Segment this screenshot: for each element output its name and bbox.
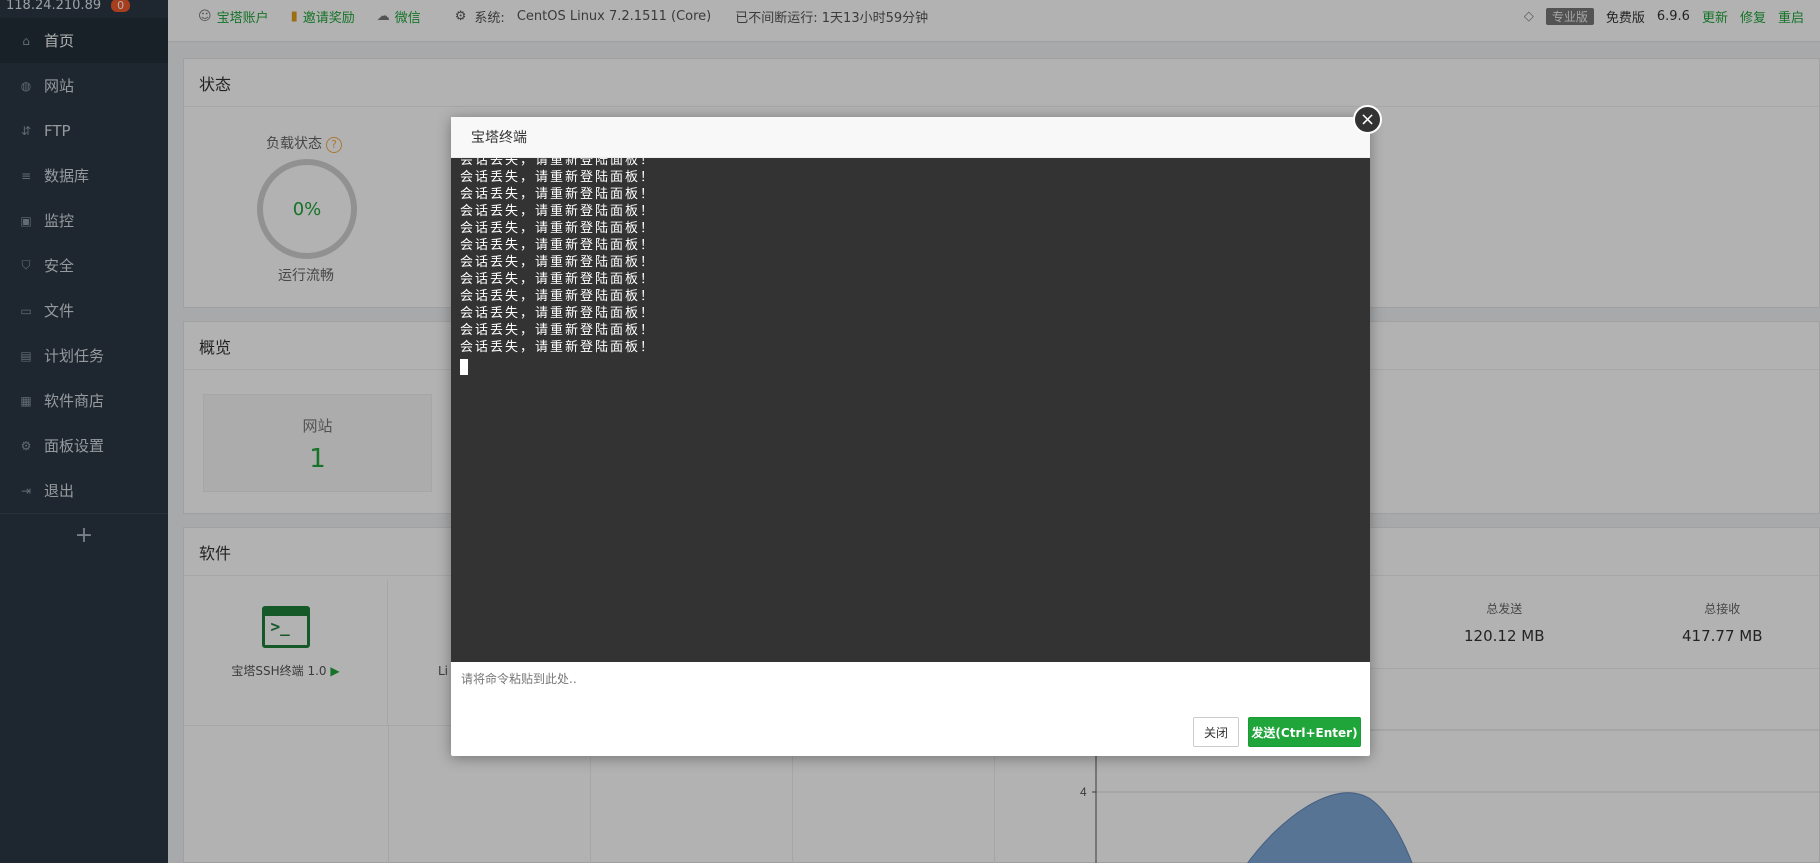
terminal-line: 会话丢失，请重新登陆面板！ — [460, 238, 656, 253]
terminal-line: 会话丢失，请重新登陆面板！ — [460, 221, 656, 236]
terminal-line: 会话丢失，请重新登陆面板！ — [460, 323, 656, 338]
terminal-modal: 宝塔终端 × 会话丢失，请重新登陆面板！ 会话丢失，请重新登陆面板！ 会话丢失，… — [451, 105, 1382, 756]
terminal-line: 会话丢失，请重新登陆面板！ — [460, 340, 656, 355]
terminal-line: 会话丢失，请重新登陆面板！ — [460, 170, 656, 185]
terminal-line: 会话丢失，请重新登陆面板！ — [460, 187, 656, 202]
terminal-cursor — [460, 359, 468, 375]
command-input[interactable] — [451, 662, 1370, 710]
terminal-line: 会话丢失，请重新登陆面板！ — [460, 158, 656, 168]
terminal-line: 会话丢失，请重新登陆面板！ — [460, 289, 656, 304]
terminal-line: 会话丢失，请重新登陆面板！ — [460, 255, 656, 270]
terminal-line: 会话丢失，请重新登陆面板！ — [460, 204, 656, 219]
send-button[interactable]: 发送(Ctrl+Enter) — [1248, 717, 1361, 747]
terminal-line: 会话丢失，请重新登陆面板！ — [460, 306, 656, 321]
close-button[interactable]: 关闭 — [1193, 717, 1239, 747]
terminal-output[interactable]: 会话丢失，请重新登陆面板！ 会话丢失，请重新登陆面板！ 会话丢失，请重新登陆面板… — [451, 158, 1370, 662]
close-icon[interactable]: × — [1353, 105, 1382, 134]
terminal-line: 会话丢失，请重新登陆面板！ — [460, 272, 656, 287]
modal-title: 宝塔终端 — [451, 117, 1370, 158]
